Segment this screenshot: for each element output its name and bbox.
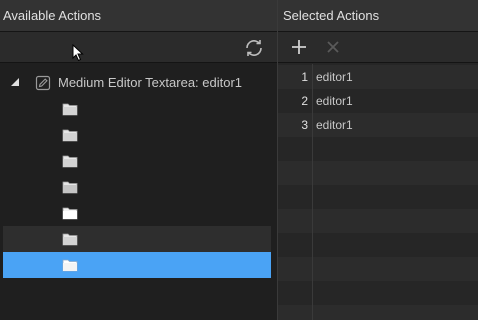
available-actions-header: Available Actions <box>0 0 277 32</box>
refresh-icon <box>246 40 262 56</box>
row-number: 2 <box>301 94 308 108</box>
empty-row <box>278 161 478 185</box>
available-actions-panel: Available Actions Medium Editor Textarea… <box>0 0 277 320</box>
empty-row <box>278 257 478 281</box>
available-actions-toolbar <box>0 32 277 63</box>
folder-icon <box>62 129 78 142</box>
available-actions-title: Available Actions <box>3 8 102 23</box>
tree-item[interactable] <box>3 200 271 226</box>
tree-root-item[interactable]: Medium Editor Textarea: editor1 <box>0 70 277 96</box>
row-text: editor1 <box>316 70 353 84</box>
pencil-icon <box>35 75 51 91</box>
tree-item[interactable] <box>3 174 271 200</box>
mouse-cursor-icon <box>72 44 84 62</box>
tree-item-selected[interactable] <box>3 252 271 278</box>
selected-actions-panel: Selected Actions 1 editor1 2 editor1 3 e… <box>278 0 478 320</box>
empty-row <box>278 185 478 209</box>
refresh-button[interactable] <box>243 37 265 59</box>
close-icon <box>327 41 339 53</box>
tree-item[interactable] <box>3 96 271 122</box>
tree-item[interactable] <box>3 148 271 174</box>
folder-icon <box>62 181 78 194</box>
selected-actions-toolbar <box>278 32 478 63</box>
tree-root-label: Medium Editor Textarea: editor1 <box>58 75 243 90</box>
folder-icon <box>62 207 78 220</box>
plus-icon <box>292 40 306 54</box>
table-row[interactable]: 3 editor1 <box>278 113 478 137</box>
row-number-divider <box>312 64 313 320</box>
empty-row <box>278 233 478 257</box>
row-text: editor1 <box>316 118 353 132</box>
table-row[interactable]: 2 editor1 <box>278 89 478 113</box>
empty-row <box>278 305 478 320</box>
empty-row <box>278 281 478 305</box>
row-number: 3 <box>301 118 308 132</box>
folder-icon <box>62 233 78 246</box>
remove-action-button[interactable] <box>322 36 344 58</box>
row-number: 1 <box>301 70 308 84</box>
add-action-button[interactable] <box>288 36 310 58</box>
selected-actions-header: Selected Actions <box>278 0 478 32</box>
table-row[interactable]: 1 editor1 <box>278 65 478 89</box>
tree-item-hovered[interactable] <box>3 226 271 252</box>
triangle-expander-icon[interactable] <box>10 77 20 87</box>
empty-row <box>278 209 478 233</box>
row-text: editor1 <box>316 94 353 108</box>
empty-row <box>278 137 478 161</box>
tree-item[interactable] <box>3 122 271 148</box>
selected-actions-title: Selected Actions <box>283 8 380 23</box>
folder-icon <box>62 103 78 116</box>
folder-icon <box>62 259 78 272</box>
folder-icon <box>62 155 78 168</box>
